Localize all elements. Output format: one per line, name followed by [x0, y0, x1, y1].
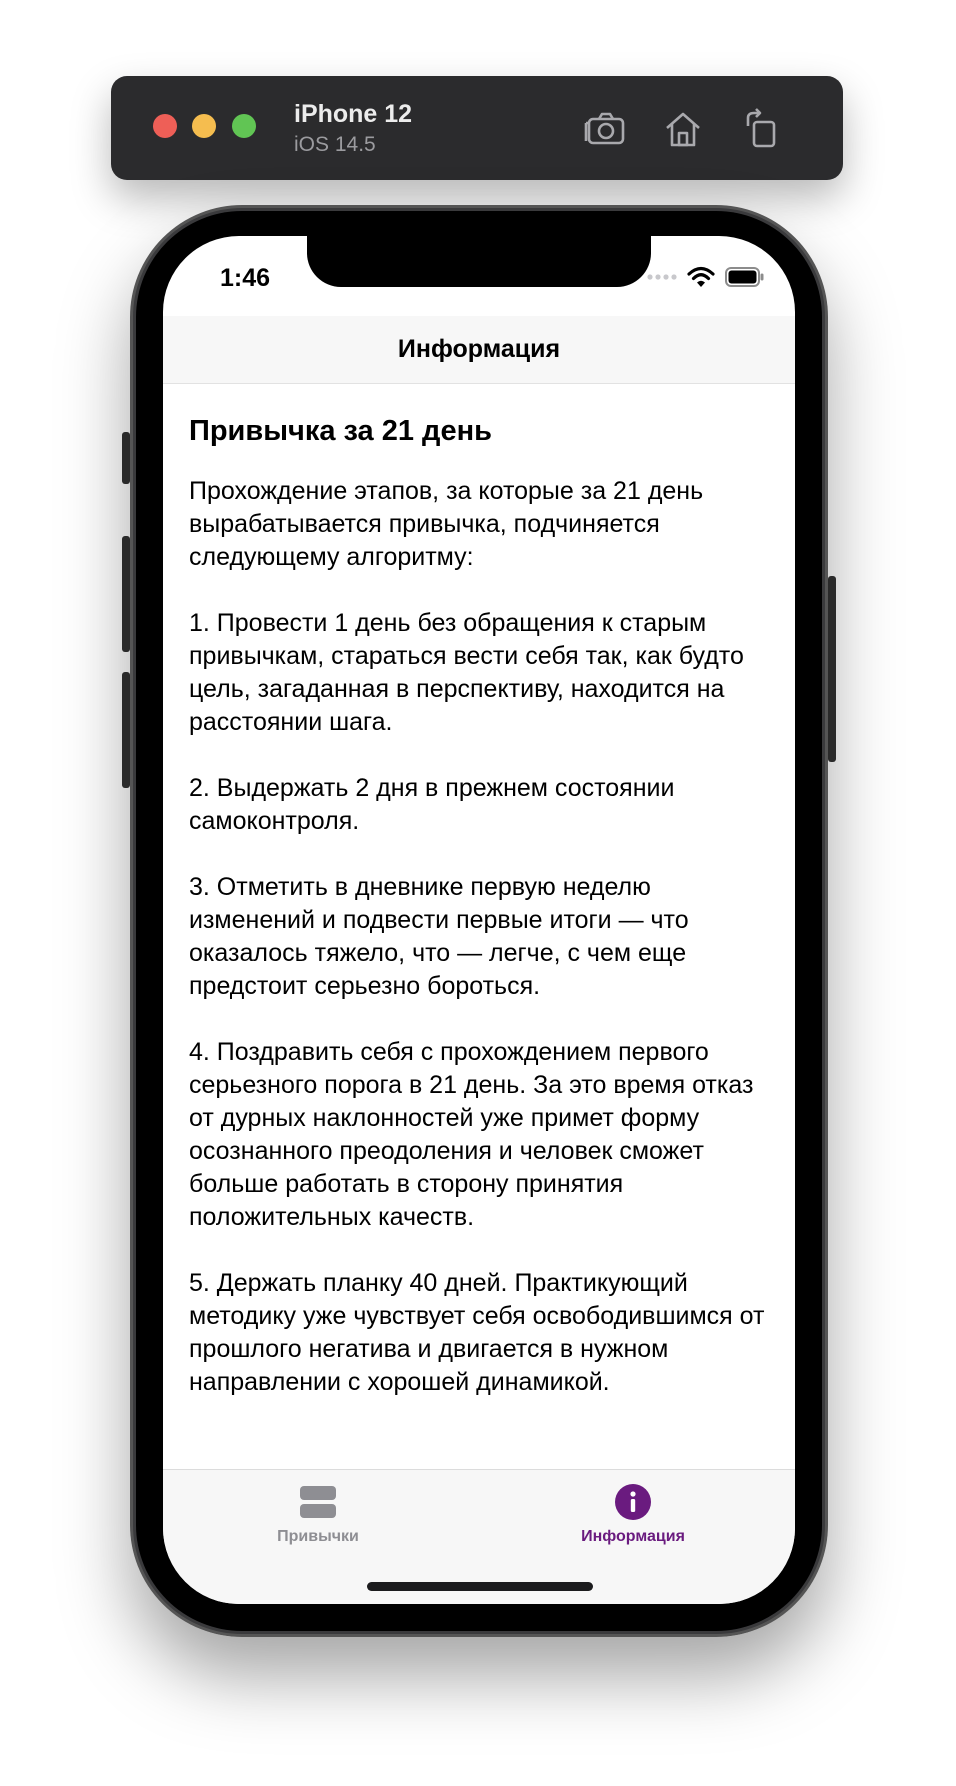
tab-habits-label: Привычки: [277, 1528, 359, 1545]
zoom-window-button[interactable]: [232, 114, 256, 138]
tab-habits[interactable]: Привычки: [218, 1482, 418, 1546]
battery-icon: [725, 267, 764, 287]
rotate-icon[interactable]: [738, 106, 784, 152]
volume-up-button: [122, 536, 130, 652]
status-time: 1:46: [220, 264, 271, 292]
article-body: Прохождение этапов, за которые за 21 ден…: [189, 477, 765, 1396]
page-title: Информация: [397, 335, 561, 363]
os-version: iOS 14.5: [294, 133, 376, 156]
info-scroll-view[interactable]: Привычка за 21 день Прохождение этапов, …: [189, 406, 774, 1486]
rectangle-stack-icon: [298, 1482, 338, 1522]
cellular-signal-icon: [647, 274, 677, 280]
device-name: iPhone 12: [294, 100, 413, 128]
volume-down-button: [122, 672, 130, 788]
screenshot-icon[interactable]: [582, 106, 628, 152]
tab-information[interactable]: Информация: [533, 1482, 733, 1546]
power-button: [828, 576, 836, 762]
phone-screen: 1:46 Информация Привычка за 21 день Прох…: [163, 236, 795, 1604]
tab-information-label: Информация: [581, 1528, 685, 1545]
home-indicator[interactable]: [367, 1582, 593, 1591]
wifi-icon: [687, 266, 715, 287]
silent-switch: [122, 432, 130, 484]
navigation-bar: Информация: [163, 316, 795, 384]
minimize-window-button[interactable]: [192, 114, 216, 138]
notch: [307, 236, 651, 287]
info-circle-icon: [613, 1482, 653, 1522]
close-window-button[interactable]: [153, 114, 177, 138]
stage: iPhone 12 iOS 14.5 1:46 Информация Привы…: [0, 0, 956, 1786]
article-heading: Привычка за 21 день: [189, 415, 492, 447]
status-indicators: [647, 266, 765, 288]
home-icon[interactable]: [660, 106, 706, 152]
simulator-title-bar: [111, 76, 843, 180]
